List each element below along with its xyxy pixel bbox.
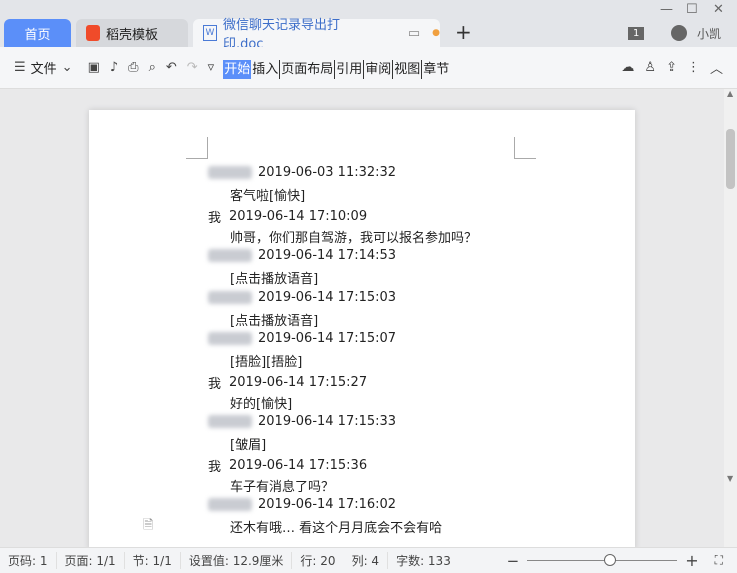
blurred-sender-name (208, 290, 252, 304)
sender-name: 我 (208, 459, 222, 475)
message-header: 我 2019-06-14 17:15:36 (208, 456, 367, 475)
title-bar: — ☐ ✕ 首页 稻壳模板 W 微信聊天记录导出打印.doc ▭ ● + 1 小凯 (0, 0, 737, 52)
message-time: 2019-06-14 17:16:02 (258, 497, 397, 512)
format-painter-icon[interactable]: ♪ (110, 60, 118, 75)
message-text: 帅哥，你们那自驾游，我可以报名参加吗？ (230, 230, 478, 246)
print-preview-icon[interactable]: ⌕ (149, 60, 156, 75)
redo-icon[interactable]: ↷ (187, 60, 198, 75)
sender-name: 我 (208, 210, 222, 226)
word-doc-icon: W (203, 25, 217, 41)
share-icon[interactable]: ⇪ (666, 60, 677, 75)
message-time: 2019-06-14 17:15:27 (229, 374, 368, 390)
section-info[interactable]: 节: 1/1 (125, 552, 181, 569)
menu-section[interactable]: 章节 (422, 60, 450, 79)
blurred-sender-name (208, 332, 252, 345)
column-info[interactable]: 列: 4 (344, 552, 389, 569)
file-menu[interactable]: 文件 (31, 58, 57, 77)
zoom-slider-knob[interactable] (603, 554, 616, 566)
menu-insert[interactable]: 插入 (251, 60, 281, 79)
blurred-sender-name (208, 415, 252, 428)
message-header: 2019-06-14 17:16:02 (208, 497, 396, 512)
tab-templates[interactable]: 稻壳模板 (76, 19, 188, 47)
avatar[interactable] (671, 25, 687, 41)
message-header: 我 2019-06-14 17:15:27 (208, 373, 367, 392)
monitor-icon[interactable]: ▭ (408, 26, 420, 41)
word-count[interactable]: 字数: 133 (388, 552, 459, 569)
zoom-in-button[interactable]: + (677, 551, 706, 570)
zoom-out-button[interactable]: − (499, 552, 528, 570)
save-icon[interactable]: ▣ (88, 60, 100, 75)
tab-label: 稻壳模板 (106, 27, 159, 43)
window-count-badge[interactable]: 1 (628, 27, 645, 40)
close-button[interactable]: ✕ (713, 2, 724, 17)
message-time: 2019-06-14 17:15:03 (258, 289, 397, 305)
margin-corner (186, 137, 208, 159)
message-time: 2019-06-14 17:15:33 (258, 414, 397, 429)
collapse-icon[interactable]: ︿ (710, 58, 723, 77)
status-bar: 页码: 1 页面: 1/1 节: 1/1 设置值: 12.9厘米 行: 20 列… (0, 547, 737, 573)
message-text: 好的[愉快] (230, 396, 293, 412)
row-info[interactable]: 行: 20 (292, 552, 343, 569)
message-text: [捂脸][捂脸] (230, 355, 303, 370)
blurred-sender-name (208, 166, 252, 179)
message-time: 2019-06-14 17:10:09 (229, 208, 368, 224)
fullscreen-icon[interactable]: ⛶ (707, 553, 731, 568)
undo-icon[interactable]: ↶ (166, 60, 177, 75)
menu-review[interactable]: 审阅 (364, 60, 394, 79)
message-text: [点击播放语音] (230, 272, 319, 287)
message-header: 2019-06-14 17:15:07 (208, 331, 396, 346)
menu-home[interactable]: 开始 (223, 60, 252, 79)
scrollbar-thumb[interactable] (726, 129, 735, 189)
message-time: 2019-06-14 17:15:07 (258, 331, 397, 346)
message-header: 2019-06-03 11:32:32 (208, 165, 396, 180)
message-header: 2019-06-14 17:15:03 (208, 290, 396, 305)
document-icon[interactable]: 🗎 (143, 516, 153, 538)
unsaved-dot-icon: ● (432, 28, 440, 38)
vertical-scrollbar[interactable]: ▲ ▼ (724, 89, 737, 547)
new-tab-button[interactable]: + (455, 20, 472, 44)
add-user-icon[interactable]: ♙ (644, 60, 656, 75)
blurred-sender-name (208, 498, 252, 511)
message-text: [点击播放语音] (230, 313, 319, 329)
menu-page-layout[interactable]: 页面布局 (280, 60, 336, 79)
sender-name: 我 (208, 376, 222, 392)
tab-home[interactable]: 首页 (4, 19, 71, 47)
message-text: 还木有哦… 看这个月月底会不会有哈 (230, 521, 443, 536)
message-header: 2019-06-14 17:15:33 (208, 414, 396, 429)
message-text: 客气啦[愉快] (230, 189, 306, 204)
more-icon[interactable]: ⋮ (687, 60, 700, 75)
more-dropdown-icon[interactable]: ▿ (208, 60, 215, 75)
print-icon[interactable]: ⎙ (128, 60, 138, 75)
message-header: 我 2019-06-14 17:10:09 (208, 207, 367, 226)
menu-references[interactable]: 引用 (335, 60, 365, 79)
chevron-down-icon[interactable]: ⌄ (62, 60, 73, 75)
menu-view[interactable]: 视图 (393, 60, 423, 79)
message-time: 2019-06-03 11:32:32 (258, 165, 397, 180)
maximize-button[interactable]: ☐ (686, 2, 698, 17)
docer-logo-icon (86, 25, 100, 41)
blurred-sender-name (208, 249, 252, 262)
zoom-slider[interactable] (527, 554, 678, 566)
tab-document[interactable]: W 微信聊天记录导出打印.doc ▭ ● (193, 18, 440, 52)
toolbar: ☰ 文件 ⌄ ▣ ♪ ⎙ ⌕ ↶ ↷ ▿ 开始 插入 页面布局 引用 审阅 视图 章节 ☁ ♙… (0, 47, 737, 89)
page-number[interactable]: 页码: 1 (0, 552, 57, 569)
margin-corner (514, 137, 536, 159)
message-text: [皱眉] (230, 438, 267, 453)
hamburger-icon[interactable]: ☰ (14, 60, 26, 75)
tab-label: 首页 (24, 27, 51, 43)
page-count[interactable]: 页面: 1/1 (57, 552, 125, 569)
message-time: 2019-06-14 17:15:36 (229, 457, 368, 473)
message-text: 车子有消息了吗？ (230, 479, 335, 495)
setting-value[interactable]: 设置值: 12.9厘米 (181, 552, 293, 569)
user-name[interactable]: 小凯 (697, 25, 721, 42)
minimize-button[interactable]: — (660, 2, 673, 17)
message-header: 2019-06-14 17:14:53 (208, 248, 396, 263)
message-time: 2019-06-14 17:14:53 (258, 248, 397, 263)
cloud-icon[interactable]: ☁ (621, 60, 634, 75)
